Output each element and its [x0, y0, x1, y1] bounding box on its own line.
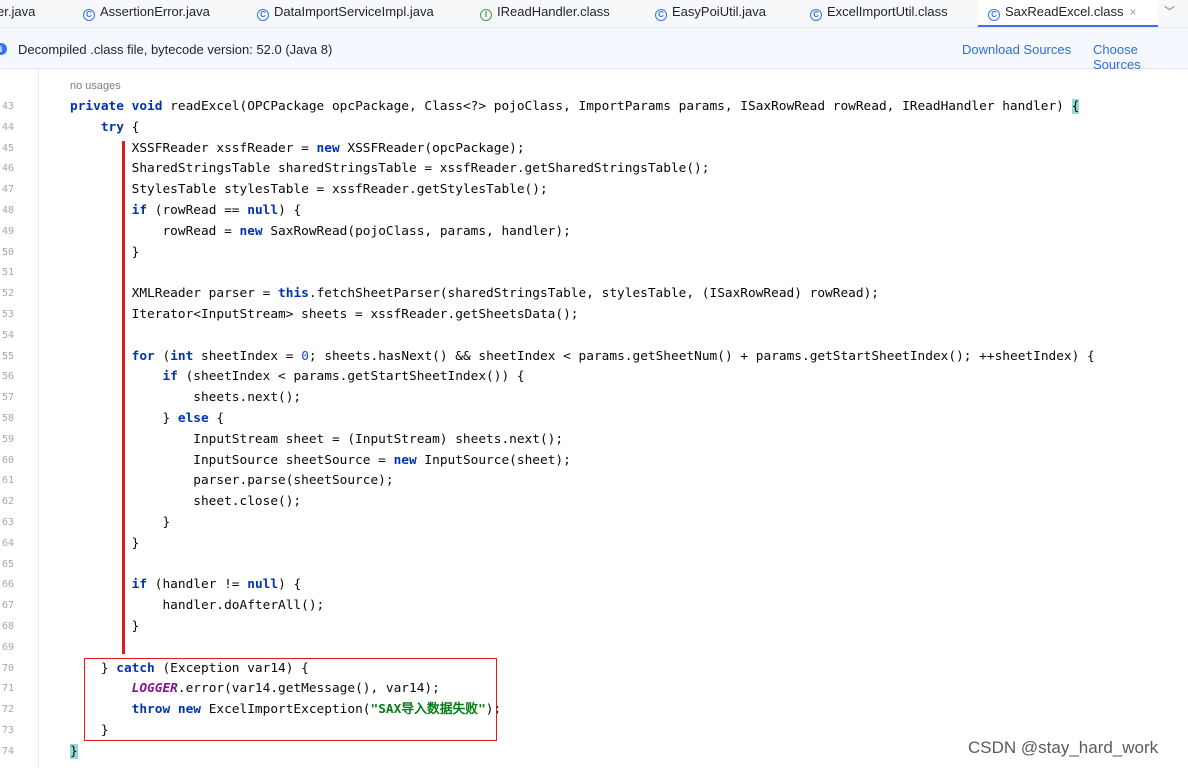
code-text: } [70, 618, 140, 634]
line-number: 69 [1, 641, 14, 653]
class-icon: C [257, 9, 269, 21]
code-text: StylesTable stylesTable = xssfReader.get… [70, 182, 548, 198]
code-text: try { [100, 119, 140, 135]
tab-label: DataImportServiceImpl.java [274, 4, 434, 19]
tab-label: EasyPoiUtil.java [672, 4, 766, 19]
info-icon: i [0, 43, 7, 55]
tab-data-import-service-impl[interactable]: C DataImportServiceImpl.java [257, 0, 457, 27]
tab-easy-poi-util[interactable]: C EasyPoiUtil.java [655, 0, 785, 27]
download-sources-link[interactable]: Download Sources [962, 42, 1071, 57]
chevron-down-icon[interactable]: ﹀ [1164, 3, 1175, 19]
tab-er-java[interactable]: er.java [0, 0, 57, 27]
decompiled-notice-banner: i Decompiled .class file, bytecode versi… [0, 28, 1188, 72]
choose-sources-link[interactable]: Choose Sources [1093, 42, 1188, 72]
red-highlight-bar [122, 141, 125, 654]
tab-label: AssertionError.java [100, 4, 210, 19]
class-icon: C [83, 9, 95, 21]
line-number: 49 [1, 225, 14, 237]
line-number: 68 [1, 620, 14, 632]
tab-label: IReadHandler.class [497, 4, 610, 19]
code-text: Iterator<InputStream> sheets = xssfReade… [70, 306, 579, 322]
line-number: 63 [1, 516, 14, 528]
line-number: 61 [1, 475, 14, 487]
line-number: 46 [1, 163, 14, 175]
class-icon: C [810, 9, 822, 21]
line-number: 57 [1, 392, 14, 404]
code-text: for (int sheetIndex = 0; sheets.hasNext(… [131, 348, 1095, 364]
tab-sax-read-excel[interactable]: C SaxReadExcel.class × [978, 0, 1158, 27]
code-text: } [70, 514, 171, 530]
tab-label: er.java [0, 4, 36, 19]
tab-iread-handler[interactable]: I IReadHandler.class [480, 0, 630, 27]
code-text: InputSource sheetSource = new InputSourc… [70, 452, 571, 468]
code-text: if (sheetIndex < params.getStartSheetInd… [162, 369, 525, 385]
code-text: } else { [162, 410, 225, 426]
line-number: 74 [1, 745, 14, 757]
gutter-separator [38, 69, 39, 768]
line-number: 67 [1, 600, 14, 612]
interface-icon: I [480, 9, 492, 21]
line-number: 50 [1, 246, 14, 258]
decompiled-message: Decompiled .class file, bytecode version… [18, 42, 333, 57]
tab-label: SaxReadExcel.class [1005, 4, 1124, 19]
class-icon: C [988, 9, 1000, 21]
code-text: XMLReader parser = this.fetchSheetParser… [70, 286, 879, 302]
line-number: 58 [1, 412, 14, 424]
line-number: 59 [1, 433, 14, 445]
code-text: } [70, 244, 140, 260]
line-number: 56 [1, 371, 14, 383]
line-number: 73 [1, 724, 14, 736]
line-number: 43 [1, 101, 14, 112]
editor-tab-bar: er.java C AssertionError.java C DataImport… [0, 0, 1188, 28]
code-text: if (handler != null) { [131, 577, 302, 593]
code-text: XSSFReader xssfReader = new XSSFReader(o… [70, 140, 525, 156]
close-icon[interactable]: × [1130, 5, 1137, 19]
line-number: 54 [1, 329, 14, 341]
code-text: SharedStringsTable sharedStringsTable = … [70, 161, 710, 177]
code-text: sheet.close(); [70, 494, 302, 510]
code-text: rowRead = new SaxRowRead(pojoClass, para… [70, 223, 571, 239]
code-text: InputStream sheet = (InputStream) sheets… [70, 431, 564, 447]
line-number: 71 [1, 683, 14, 695]
class-icon: C [655, 9, 667, 21]
line-number: 62 [1, 496, 14, 508]
line-number: 48 [1, 204, 14, 216]
tab-assertion-error[interactable]: C AssertionError.java [83, 0, 243, 27]
line-number: 70 [1, 662, 14, 674]
line-number: 72 [1, 704, 14, 716]
code-text: parser.parse(sheetSource); [70, 473, 394, 489]
code-text: } [70, 535, 140, 551]
line-number: 60 [1, 454, 14, 466]
watermark: CSDN @stay_hard_work [968, 738, 1159, 757]
line-number: 44 [1, 121, 14, 133]
usages-hint[interactable]: no usages [70, 80, 121, 92]
line-number: 64 [1, 537, 14, 549]
code-text: handler.doAfterAll(); [70, 598, 325, 614]
line-number: 66 [1, 579, 14, 591]
code-text: } [70, 743, 78, 759]
tab-label: ExcelImportUtil.class [827, 4, 948, 19]
red-highlight-box [84, 658, 497, 741]
line-number: 55 [1, 350, 14, 362]
code-text: private void readExcel(OPCPackage opcPac… [70, 99, 1080, 114]
line-number: 52 [1, 288, 14, 300]
code-text: sheets.next(); [70, 390, 302, 406]
line-number: 45 [1, 142, 14, 154]
line-number: 53 [1, 308, 14, 320]
line-number: 51 [1, 267, 14, 279]
code-text: if (rowRead == null) { [131, 202, 302, 218]
line-number: 65 [1, 558, 14, 570]
line-number: 47 [1, 184, 14, 196]
tab-excel-import-util[interactable]: C ExcelImportUtil.class [810, 0, 970, 27]
